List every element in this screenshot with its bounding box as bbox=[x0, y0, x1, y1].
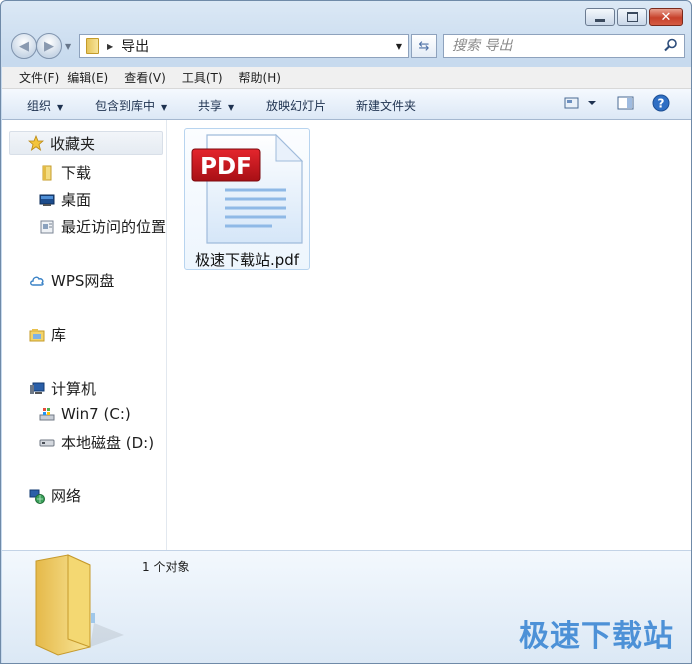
star-icon bbox=[28, 135, 44, 151]
item-count: 1 个对象 bbox=[142, 560, 190, 574]
preview-pane-icon bbox=[617, 96, 634, 110]
downloads-folder-icon bbox=[39, 165, 55, 181]
nav-favorites[interactable]: 收藏夹 bbox=[9, 131, 163, 155]
breadcrumb-arrow-icon[interactable]: ▶ bbox=[107, 42, 113, 51]
refresh-icon: ⇆ bbox=[418, 38, 430, 54]
folder-icon bbox=[86, 38, 99, 54]
chevron-down-icon: ▼ bbox=[57, 103, 64, 112]
nav-libraries-label: 库 bbox=[51, 326, 67, 344]
include-in-library-button[interactable]: 包含到库中 ▼ bbox=[95, 97, 167, 114]
nav-desktop-label: 桌面 bbox=[61, 191, 92, 209]
command-bar: 组织 ▼ 包含到库中 ▼ 共享 ▼ 放映幻灯片 新建文件夹 ? bbox=[2, 89, 691, 120]
nav-drive-d[interactable]: 本地磁盘 (D:) bbox=[39, 432, 154, 453]
preview-pane-button[interactable] bbox=[617, 95, 635, 114]
navigation-pane: 收藏夹 下载 桌面 最近访问的位置 WPS网盘 库 计算机 Win7 (C:) bbox=[2, 120, 167, 550]
share-label: 共享 bbox=[198, 99, 223, 113]
maximize-icon bbox=[626, 12, 638, 22]
nav-wps-label: WPS网盘 bbox=[51, 272, 115, 290]
close-button[interactable]: ✕ bbox=[649, 8, 683, 26]
forward-button[interactable]: ▶ bbox=[36, 33, 62, 59]
network-icon bbox=[29, 488, 45, 504]
chevron-down-icon: ▼ bbox=[161, 103, 168, 112]
nav-downloads[interactable]: 下载 bbox=[39, 162, 91, 183]
chevron-down-icon: ▼ bbox=[228, 103, 235, 112]
maximize-button[interactable] bbox=[617, 8, 647, 26]
menu-edit[interactable]: 编辑(E) bbox=[67, 69, 124, 86]
back-arrow-icon: ◀ bbox=[19, 38, 29, 54]
forward-arrow-icon: ▶ bbox=[44, 38, 54, 54]
pdf-file-icon: PDF bbox=[191, 133, 304, 244]
nav-desktop[interactable]: 桌面 bbox=[39, 189, 91, 210]
close-icon: ✕ bbox=[660, 9, 672, 25]
watermark: 极速下载站 bbox=[519, 619, 674, 654]
menu-help[interactable]: 帮助(H) bbox=[239, 69, 297, 86]
nav-drive-d-label: 本地磁盘 (D:) bbox=[61, 434, 155, 452]
nav-computer[interactable]: 计算机 bbox=[29, 378, 96, 399]
organize-button[interactable]: 组织 ▼ bbox=[27, 97, 63, 114]
recent-pages-dropdown-icon[interactable]: ▼ bbox=[65, 42, 71, 51]
slideshow-button[interactable]: 放映幻灯片 bbox=[266, 97, 326, 114]
refresh-button[interactable]: ⇆ bbox=[411, 34, 437, 58]
nav-recent-label: 最近访问的位置 bbox=[61, 218, 167, 236]
nav-network[interactable]: 网络 bbox=[29, 485, 81, 506]
libraries-icon bbox=[29, 327, 45, 343]
nav-libraries[interactable]: 库 bbox=[29, 324, 66, 345]
help-glyph: ? bbox=[658, 97, 665, 111]
search-box[interactable] bbox=[443, 34, 685, 58]
breadcrumb-current[interactable]: 导出 bbox=[121, 36, 149, 56]
desktop-icon bbox=[39, 192, 55, 208]
menu-tools[interactable]: 工具(T) bbox=[182, 69, 239, 86]
explorer-window: ✕ ◀ ▶ ▼ ▶ 导出 ▼ ⇆ 文件(F) 编辑(E) 查看(V) 工具(T)… bbox=[0, 0, 692, 664]
file-list: PDF 极速下载站.pdf bbox=[167, 120, 691, 550]
include-library-label: 包含到库中 bbox=[95, 99, 156, 113]
address-bar[interactable]: ▶ 导出 ▼ bbox=[79, 34, 409, 58]
file-name: 极速下载站.pdf bbox=[194, 251, 300, 269]
menu-bar: 文件(F) 编辑(E) 查看(V) 工具(T) 帮助(H) bbox=[2, 67, 691, 89]
menu-view[interactable]: 查看(V) bbox=[124, 69, 182, 86]
nav-wps-cloud[interactable]: WPS网盘 bbox=[29, 270, 114, 291]
nav-favorites-label: 收藏夹 bbox=[50, 134, 96, 153]
new-folder-button[interactable]: 新建文件夹 bbox=[356, 97, 416, 114]
view-options-button[interactable] bbox=[564, 95, 598, 114]
nav-recent-places[interactable]: 最近访问的位置 bbox=[39, 216, 166, 237]
cloud-icon bbox=[29, 273, 45, 289]
file-item[interactable]: PDF 极速下载站.pdf bbox=[184, 128, 310, 270]
address-dropdown-icon[interactable]: ▼ bbox=[396, 42, 402, 51]
caption-buttons: ✕ bbox=[585, 8, 683, 26]
computer-icon bbox=[29, 381, 45, 397]
large-folder-icon bbox=[35, 554, 124, 656]
search-input[interactable] bbox=[452, 38, 652, 54]
nav-network-label: 网络 bbox=[51, 487, 82, 505]
details-pane: 1 个对象 极速下载站 bbox=[2, 550, 691, 663]
help-icon: ? bbox=[652, 94, 670, 112]
nav-drive-c-label: Win7 (C:) bbox=[61, 405, 131, 423]
organize-label: 组织 bbox=[27, 99, 52, 113]
minimize-icon bbox=[595, 18, 605, 22]
share-button[interactable]: 共享 ▼ bbox=[198, 97, 234, 114]
help-button[interactable]: ? bbox=[652, 94, 670, 115]
system-drive-icon bbox=[39, 406, 55, 422]
view-icon bbox=[564, 97, 596, 109]
minimize-button[interactable] bbox=[585, 8, 615, 26]
nav-downloads-label: 下载 bbox=[61, 164, 92, 182]
hard-drive-icon bbox=[39, 435, 55, 451]
nav-computer-label: 计算机 bbox=[51, 380, 97, 398]
search-icon[interactable] bbox=[664, 38, 678, 52]
nav-buttons: ◀ ▶ ▼ bbox=[11, 33, 71, 59]
back-button[interactable]: ◀ bbox=[11, 33, 37, 59]
pdf-badge-text: PDF bbox=[200, 154, 252, 180]
menu-file[interactable]: 文件(F) bbox=[2, 69, 67, 86]
nav-drive-c[interactable]: Win7 (C:) bbox=[39, 405, 131, 423]
recent-places-icon bbox=[39, 219, 55, 235]
